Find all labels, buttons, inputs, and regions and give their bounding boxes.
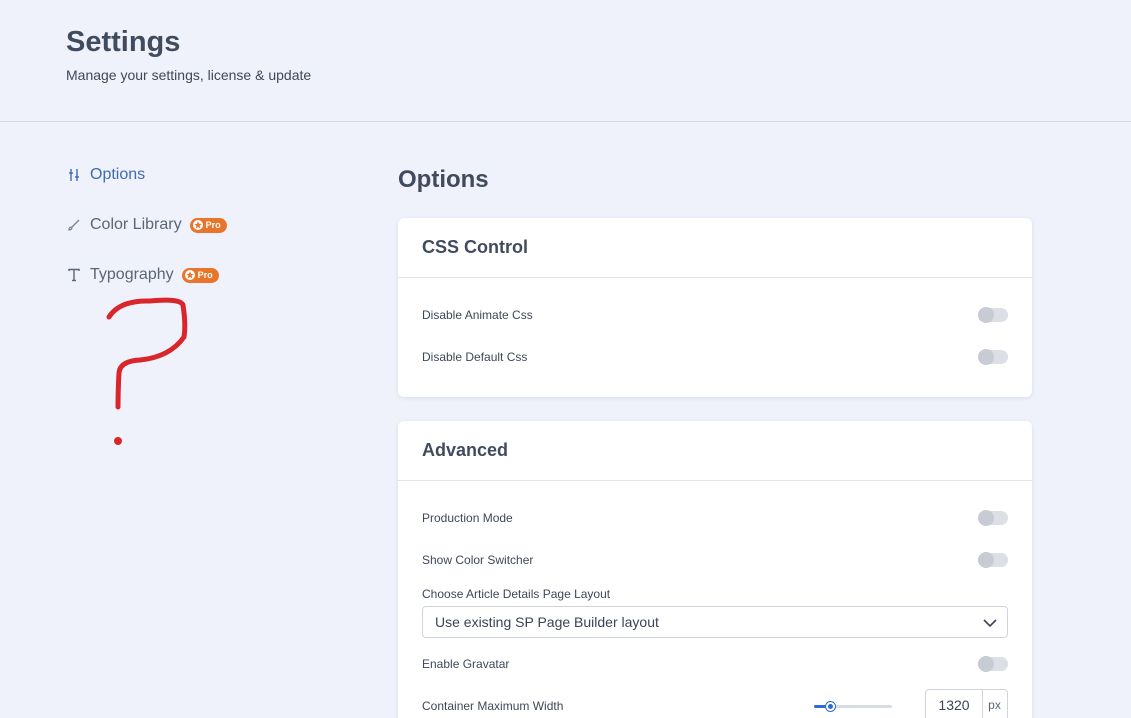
page-header: Settings Manage your settings, license &… xyxy=(0,0,1131,122)
pro-badge: Pro xyxy=(189,217,227,233)
gravatar-toggle[interactable] xyxy=(978,656,1008,672)
text-icon xyxy=(66,267,82,283)
setting-label: Disable Default Css xyxy=(422,350,528,364)
slider-thumb[interactable] xyxy=(826,702,836,711)
sidebar-item-label: Typography xyxy=(90,266,174,283)
setting-label: Container Maximum Width xyxy=(422,699,564,713)
page-title: Settings xyxy=(66,26,181,58)
setting-row: Disable Animate Css xyxy=(422,303,1008,327)
unit-label: px xyxy=(982,689,1008,718)
layout-select-label: Choose Article Details Page Layout xyxy=(422,587,611,601)
setting-row: Container Maximum Width xyxy=(422,694,563,718)
production-mode-toggle[interactable] xyxy=(978,510,1008,526)
sidebar-item-color-library[interactable]: Color Library Pro xyxy=(66,210,227,240)
setting-row: Show Color Switcher xyxy=(422,548,1008,572)
layout-select[interactable]: Use existing SP Page Builder layout xyxy=(422,606,1008,638)
card-title: Advanced xyxy=(398,421,1032,481)
css-control-card: CSS Control Disable Animate Css Disable … xyxy=(398,218,1032,397)
setting-label: Production Mode xyxy=(422,511,513,525)
container-width-slider[interactable] xyxy=(814,702,892,711)
disable-default-css-toggle[interactable] xyxy=(978,349,1008,365)
setting-label: Show Color Switcher xyxy=(422,553,534,567)
section-title: Options xyxy=(398,166,489,193)
star-icon xyxy=(192,220,203,230)
chevron-down-icon xyxy=(983,614,997,630)
setting-row: Production Mode xyxy=(422,506,1008,530)
page-subtitle: Manage your settings, license & update xyxy=(66,67,312,83)
sidebar-item-options[interactable]: Options xyxy=(66,160,145,190)
question-mark-annotation xyxy=(106,297,188,445)
setting-label: Disable Animate Css xyxy=(422,308,533,322)
advanced-card: Advanced Production Mode Show Color Swit… xyxy=(398,421,1032,718)
color-switcher-toggle[interactable] xyxy=(978,552,1008,568)
card-title: CSS Control xyxy=(398,218,1032,278)
setting-label: Enable Gravatar xyxy=(422,657,510,671)
brush-icon xyxy=(66,217,82,233)
sidebar-item-label: Options xyxy=(90,166,146,183)
container-width-input[interactable]: 1320 xyxy=(925,689,983,718)
setting-row: Disable Default Css xyxy=(422,345,1008,369)
setting-row: Enable Gravatar xyxy=(422,652,1008,676)
sliders-icon xyxy=(66,167,82,183)
disable-animate-css-toggle[interactable] xyxy=(978,307,1008,323)
star-icon xyxy=(184,270,195,280)
pro-badge: Pro xyxy=(181,267,219,283)
sidebar-item-typography[interactable]: Typography Pro xyxy=(66,260,219,290)
layout-select-value: Use existing SP Page Builder layout xyxy=(435,614,659,630)
sidebar-item-label: Color Library xyxy=(90,216,182,233)
